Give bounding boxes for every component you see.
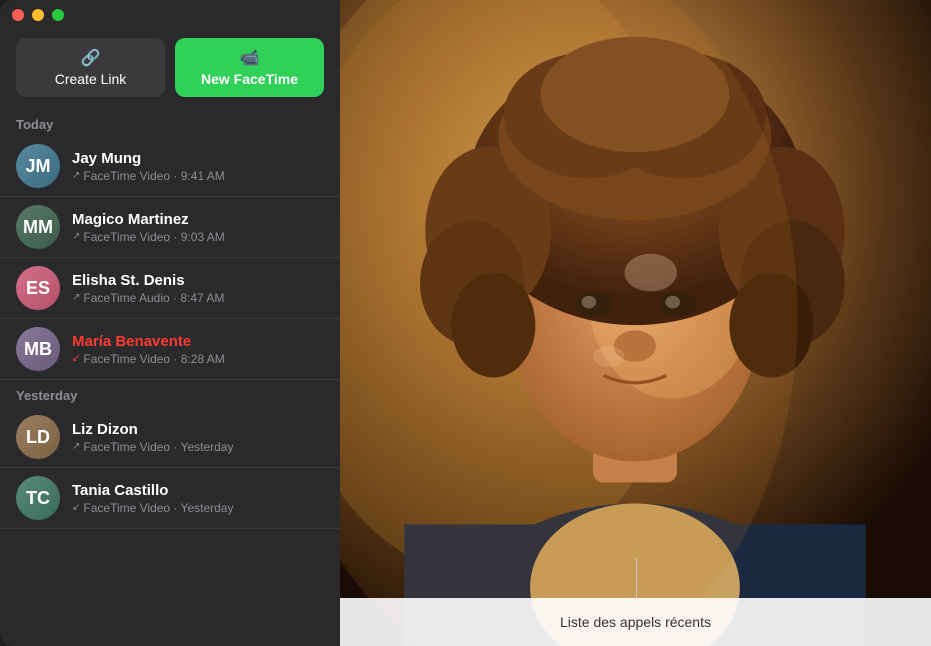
call-name-jay: Jay Mung bbox=[72, 150, 324, 167]
caption-text: Liste des appels récents bbox=[560, 614, 711, 630]
call-info-jay: Jay Mung ↗ FaceTime Video · 9:41 AM bbox=[72, 150, 324, 183]
fullscreen-button[interactable] bbox=[52, 9, 64, 21]
call-time-elisha: FaceTime Audio · 8:47 AM bbox=[83, 291, 224, 305]
minimize-button[interactable] bbox=[32, 9, 44, 21]
close-button[interactable] bbox=[12, 9, 24, 21]
caption: Liste des appels récents bbox=[340, 598, 931, 646]
call-name-elisha: Elisha St. Denis bbox=[72, 272, 324, 289]
outgoing-arrow-magico: ↗ bbox=[72, 231, 80, 242]
outgoing-arrow-elisha: ↗ bbox=[72, 292, 80, 303]
call-item-liz[interactable]: LD Liz Dizon ↗ FaceTime Video · Yesterda… bbox=[0, 407, 340, 468]
call-info-magico: Magico Martinez ↗ FaceTime Video · 9:03 … bbox=[72, 211, 324, 244]
caption-line bbox=[636, 558, 637, 598]
call-item-magico[interactable]: MM Magico Martinez ↗ FaceTime Video · 9:… bbox=[0, 197, 340, 258]
call-item-jay[interactable]: JM Jay Mung ↗ FaceTime Video · 9:41 AM bbox=[0, 136, 340, 197]
call-item-maria[interactable]: MB María Benavente ↙ FaceTime Video · 8:… bbox=[0, 319, 340, 380]
missed-arrow-maria: ↙ bbox=[72, 353, 80, 364]
call-info-tania: Tania Castillo ↙ FaceTime Video · Yester… bbox=[72, 482, 324, 515]
avatar-liz: LD bbox=[16, 415, 60, 459]
yesterday-section-label: Yesterday bbox=[0, 380, 340, 407]
create-link-label: Create Link bbox=[55, 71, 127, 87]
sidebar: 🔗 Create Link 📹 New FaceTime Today JM Ja… bbox=[0, 0, 340, 646]
call-item-tania[interactable]: TC Tania Castillo ↙ FaceTime Video · Yes… bbox=[0, 468, 340, 529]
avatar-elisha: ES bbox=[16, 266, 60, 310]
link-icon: 🔗 bbox=[81, 48, 101, 68]
call-item-elisha[interactable]: ES Elisha St. Denis ↗ FaceTime Audio · 8… bbox=[0, 258, 340, 319]
today-section-label: Today bbox=[0, 109, 340, 136]
call-name-liz: Liz Dizon bbox=[72, 421, 324, 438]
call-name-magico: Magico Martinez bbox=[72, 211, 324, 228]
call-time-tania: FaceTime Video · Yesterday bbox=[83, 501, 233, 515]
call-time-magico: FaceTime Video · 9:03 AM bbox=[83, 230, 224, 244]
call-info-maria: María Benavente ↙ FaceTime Video · 8:28 … bbox=[72, 333, 324, 366]
window-chrome bbox=[0, 0, 340, 30]
call-info-elisha: Elisha St. Denis ↗ FaceTime Audio · 8:47… bbox=[72, 272, 324, 305]
call-detail-magico: ↗ FaceTime Video · 9:03 AM bbox=[72, 230, 324, 244]
new-facetime-label: New FaceTime bbox=[201, 71, 298, 87]
call-info-liz: Liz Dizon ↗ FaceTime Video · Yesterday bbox=[72, 421, 324, 454]
avatar-magico: MM bbox=[16, 205, 60, 249]
call-name-tania: Tania Castillo bbox=[72, 482, 324, 499]
create-link-button[interactable]: 🔗 Create Link bbox=[16, 38, 165, 97]
call-name-maria: María Benavente bbox=[72, 333, 324, 350]
person-portrait bbox=[340, 0, 931, 646]
outgoing-arrow-liz: ↗ bbox=[72, 441, 80, 452]
call-time-maria: FaceTime Video · 8:28 AM bbox=[83, 352, 224, 366]
call-detail-elisha: ↗ FaceTime Audio · 8:47 AM bbox=[72, 291, 324, 305]
avatar-maria: MB bbox=[16, 327, 60, 371]
call-list: Today JM Jay Mung ↗ FaceTime Video · 9:4… bbox=[0, 109, 340, 646]
call-time-liz: FaceTime Video · Yesterday bbox=[83, 440, 233, 454]
portrait-container: Liste des appels récents bbox=[340, 0, 931, 646]
avatar-jay: JM bbox=[16, 144, 60, 188]
call-detail-maria: ↙ FaceTime Video · 8:28 AM bbox=[72, 352, 324, 366]
call-detail-tania: ↙ FaceTime Video · Yesterday bbox=[72, 501, 324, 515]
main-content: Liste des appels récents bbox=[340, 0, 931, 646]
call-detail-jay: ↗ FaceTime Video · 9:41 AM bbox=[72, 169, 324, 183]
new-facetime-button[interactable]: 📹 New FaceTime bbox=[175, 38, 324, 97]
call-time-jay: FaceTime Video · 9:41 AM bbox=[83, 169, 224, 183]
avatar-tania: TC bbox=[16, 476, 60, 520]
call-detail-liz: ↗ FaceTime Video · Yesterday bbox=[72, 440, 324, 454]
outgoing-arrow-jay: ↗ bbox=[72, 170, 80, 181]
incoming-arrow-tania: ↙ bbox=[72, 502, 80, 513]
video-icon: 📹 bbox=[240, 48, 260, 68]
